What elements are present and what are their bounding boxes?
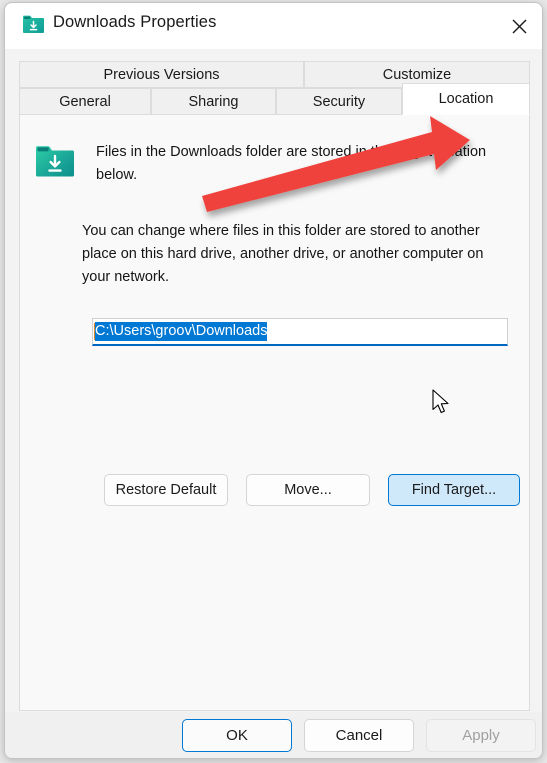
properties-dialog: Downloads Properties Previous Versions C… <box>4 2 543 759</box>
cancel-button[interactable]: Cancel <box>304 719 414 752</box>
tab-row-lower: General Sharing Security Location <box>19 83 530 115</box>
path-input-value: C:\Users\groov\Downloads <box>95 322 268 341</box>
button-label: Cancel <box>335 727 383 744</box>
tab-label: Location <box>438 91 494 107</box>
tab-label: Security <box>312 93 366 110</box>
tab-security[interactable]: Security <box>276 88 402 115</box>
tab-general[interactable]: General <box>19 88 151 115</box>
title-bar: Downloads Properties <box>5 3 542 49</box>
find-target-button[interactable]: Find Target... <box>388 474 520 506</box>
move-button[interactable]: Move... <box>246 474 370 506</box>
folder-description-text: Files in the Downloads folder are stored… <box>96 144 487 183</box>
downloads-folder-icon <box>23 15 44 34</box>
button-label: OK <box>226 727 248 744</box>
button-label: Find Target... <box>411 482 497 498</box>
downloads-folder-icon <box>36 145 74 178</box>
ok-button[interactable]: OK <box>182 719 292 752</box>
location-tab-panel: Files in the Downloads folder are stored… <box>19 114 530 711</box>
button-label: Move... <box>284 482 332 498</box>
tab-strip: Previous Versions Customize General Shar… <box>19 61 530 115</box>
restore-default-button[interactable]: Restore Default <box>104 474 228 506</box>
button-label: Apply <box>462 727 500 744</box>
tab-location[interactable]: Location <box>402 83 530 115</box>
path-input[interactable]: C:\Users\groov\Downloads <box>92 318 508 346</box>
change-description-text: You can change where files in this folde… <box>82 223 484 285</box>
tab-previous-versions[interactable]: Previous Versions <box>19 61 304 88</box>
tab-label: Previous Versions <box>103 66 220 83</box>
close-icon[interactable] <box>496 3 542 49</box>
tab-label: Sharing <box>188 93 239 110</box>
tab-label: Customize <box>382 66 452 83</box>
tab-sharing[interactable]: Sharing <box>151 88 276 115</box>
tab-label: General <box>59 93 111 110</box>
mouse-cursor <box>432 389 449 414</box>
apply-button: Apply <box>426 719 536 752</box>
dialog-footer: OK Cancel Apply <box>5 712 542 758</box>
button-label: Restore Default <box>115 482 217 498</box>
window-title: Downloads Properties <box>53 13 217 31</box>
